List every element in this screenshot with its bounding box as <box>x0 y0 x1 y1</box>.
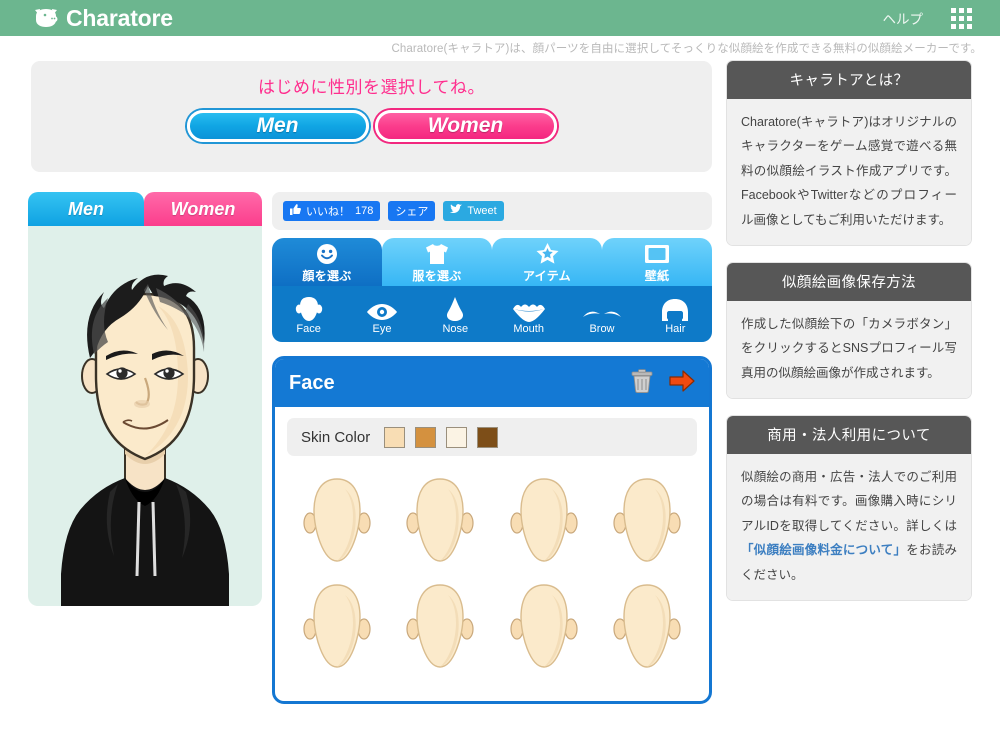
face-thumbnail[interactable] <box>285 574 389 680</box>
brow-icon <box>582 294 622 322</box>
info-card-save-body: 作成した似顔絵下の「カメラボタン」をクリックするとSNSプロフィール写真用の似顔… <box>727 300 971 398</box>
pricing-link[interactable]: 「似顔絵画像料金について」 <box>741 543 906 557</box>
info-card-commercial-title: 商用・法人利用について <box>727 416 971 454</box>
thumbs-up-icon <box>290 204 301 218</box>
skin-swatch-4[interactable] <box>477 426 499 448</box>
page-subtitle: Charatore(キャラトア)は、顔パーツを自由に選択してそっくりな似顔絵を作… <box>391 43 982 55</box>
face-panel-title: Face <box>289 371 335 394</box>
facebook-like-label: いいね！ <box>306 206 350 218</box>
twitter-tweet-button[interactable]: Tweet <box>443 201 504 221</box>
avatar-column: Men Women <box>28 192 262 606</box>
hair-icon <box>659 294 691 322</box>
category-tab-wallpaper-label: 壁紙 <box>644 269 670 283</box>
gender-button-women[interactable]: Women <box>374 110 557 142</box>
frame-icon <box>644 242 670 266</box>
part-tab-eye[interactable]: Eye <box>345 294 418 335</box>
pig-logo-icon <box>33 7 59 29</box>
app-header: Charatore ヘルプ <box>0 0 1000 36</box>
star-icon <box>536 242 559 266</box>
info-card-about-body: Charatore(キャラトア)はオリジナルのキャラクターをゲーム感覚で遊べる無… <box>727 99 971 245</box>
skin-color-row: Skin Color <box>287 418 697 456</box>
category-tab-clothes[interactable]: 服を選ぶ <box>382 238 492 286</box>
brand-logo[interactable]: Charatore <box>33 4 173 31</box>
part-tab-nose[interactable]: Nose <box>419 294 492 335</box>
category-tab-item[interactable]: アイテム <box>492 238 602 286</box>
skin-swatch-3[interactable] <box>446 426 468 448</box>
gender-button-men[interactable]: Men <box>186 110 369 142</box>
skin-swatch-1[interactable] <box>384 426 406 448</box>
avatar-tab-women[interactable]: Women <box>144 192 262 226</box>
facebook-share-button[interactable]: シェア <box>388 201 436 221</box>
avatar-gender-tabs: Men Women <box>28 192 262 226</box>
gender-select-panel: はじめに性別を選択してね。 Men Women <box>31 61 712 172</box>
facebook-like-button[interactable]: いいね！ 178 <box>283 201 381 221</box>
category-tab-face-label: 顔を選ぶ <box>302 269 352 283</box>
face-thumbnail[interactable] <box>596 468 700 574</box>
face-panel-header: Face <box>275 359 709 407</box>
social-share-bar: いいね！ 178 シェア Tweet <box>272 192 712 230</box>
smiley-face-icon <box>316 242 338 266</box>
face-thumbnail[interactable] <box>285 468 389 574</box>
trash-icon[interactable] <box>631 368 653 398</box>
part-tab-mouth-label: Mouth <box>513 322 544 335</box>
help-link[interactable]: ヘルプ <box>883 8 924 28</box>
category-tab-wallpaper[interactable]: 壁紙 <box>602 238 712 286</box>
tshirt-icon <box>425 242 449 266</box>
info-card-commercial: 商用・法人利用について 似顔絵の商用・広告・法人でのご利用の場合は有料です。画像… <box>726 415 972 601</box>
category-tab-clothes-label: 服を選ぶ <box>412 269 462 283</box>
brand-name: Charatore <box>66 4 173 31</box>
grid-menu-icon[interactable] <box>951 7 972 29</box>
avatar-preview[interactable] <box>28 226 262 606</box>
category-tab-face[interactable]: 顔を選ぶ <box>272 238 382 286</box>
info-sidebar: キャラトアとは？ Charatore(キャラトア)はオリジナルのキャラクターをゲ… <box>726 60 972 617</box>
info-card-save-title: 似顔絵画像保存方法 <box>727 262 971 301</box>
part-tab-brow-label: Brow <box>589 322 615 335</box>
avatar-tab-men[interactable]: Men <box>28 192 144 226</box>
nose-icon <box>444 294 466 322</box>
gender-select-title: はじめに性別を選択してね。 <box>258 78 485 97</box>
eye-icon <box>365 294 399 322</box>
part-tab-nose-label: Nose <box>442 322 469 335</box>
face-thumbnail[interactable] <box>492 468 596 574</box>
info-card-about: キャラトアとは？ Charatore(キャラトア)はオリジナルのキャラクターをゲ… <box>726 60 972 246</box>
info-card-commercial-body: 似顔絵の商用・広告・法人でのご利用の場合は有料です。画像購入時にシリアルIDを取… <box>727 454 971 600</box>
part-tab-face[interactable]: Face <box>272 294 345 335</box>
face-thumbnail-grid <box>285 468 699 680</box>
skin-swatch-2[interactable] <box>415 426 437 448</box>
skin-color-label: Skin Color <box>301 428 371 446</box>
part-tab-face-label: Face <box>296 322 321 335</box>
category-tab-item-label: アイテム <box>522 269 571 283</box>
mouth-icon <box>511 294 547 322</box>
commercial-text-pre: 似顔絵の商用・広告・法人でのご利用の場合は有料です。画像購入時にシリアルIDを取… <box>741 470 957 533</box>
part-tab-eye-label: Eye <box>372 322 392 335</box>
part-tab-hair[interactable]: Hair <box>639 294 712 335</box>
twitter-bird-icon <box>450 204 463 218</box>
twitter-tweet-label: Tweet <box>467 205 497 217</box>
face-shape-icon <box>295 294 323 322</box>
part-tab-hair-label: Hair <box>665 322 686 335</box>
face-thumbnail[interactable] <box>389 468 493 574</box>
face-thumbnail[interactable] <box>389 574 493 680</box>
part-tab-brow[interactable]: Brow <box>565 294 638 335</box>
avatar-illustration <box>61 274 229 606</box>
info-card-about-title: キャラトアとは？ <box>727 61 971 99</box>
part-tab-mouth[interactable]: Mouth <box>492 294 565 335</box>
part-tabs: Face Eye Nose Mouth Brow Hair <box>272 286 712 342</box>
face-parts-panel: Face Skin Color <box>272 356 712 704</box>
info-card-save: 似顔絵画像保存方法 作成した似顔絵下の「カメラボタン」をクリックするとSNSプロ… <box>726 261 972 399</box>
facebook-like-count: 178 <box>355 205 374 217</box>
face-thumbnail[interactable] <box>596 574 700 680</box>
category-tabs: 顔を選ぶ 服を選ぶ アイテム 壁紙 <box>272 238 712 286</box>
editor-column: いいね！ 178 シェア Tweet 顔を選ぶ 服を選ぶ アイテム 壁紙 Fac… <box>272 192 712 704</box>
arrow-right-icon[interactable] <box>669 369 695 398</box>
face-thumbnail[interactable] <box>492 574 596 680</box>
